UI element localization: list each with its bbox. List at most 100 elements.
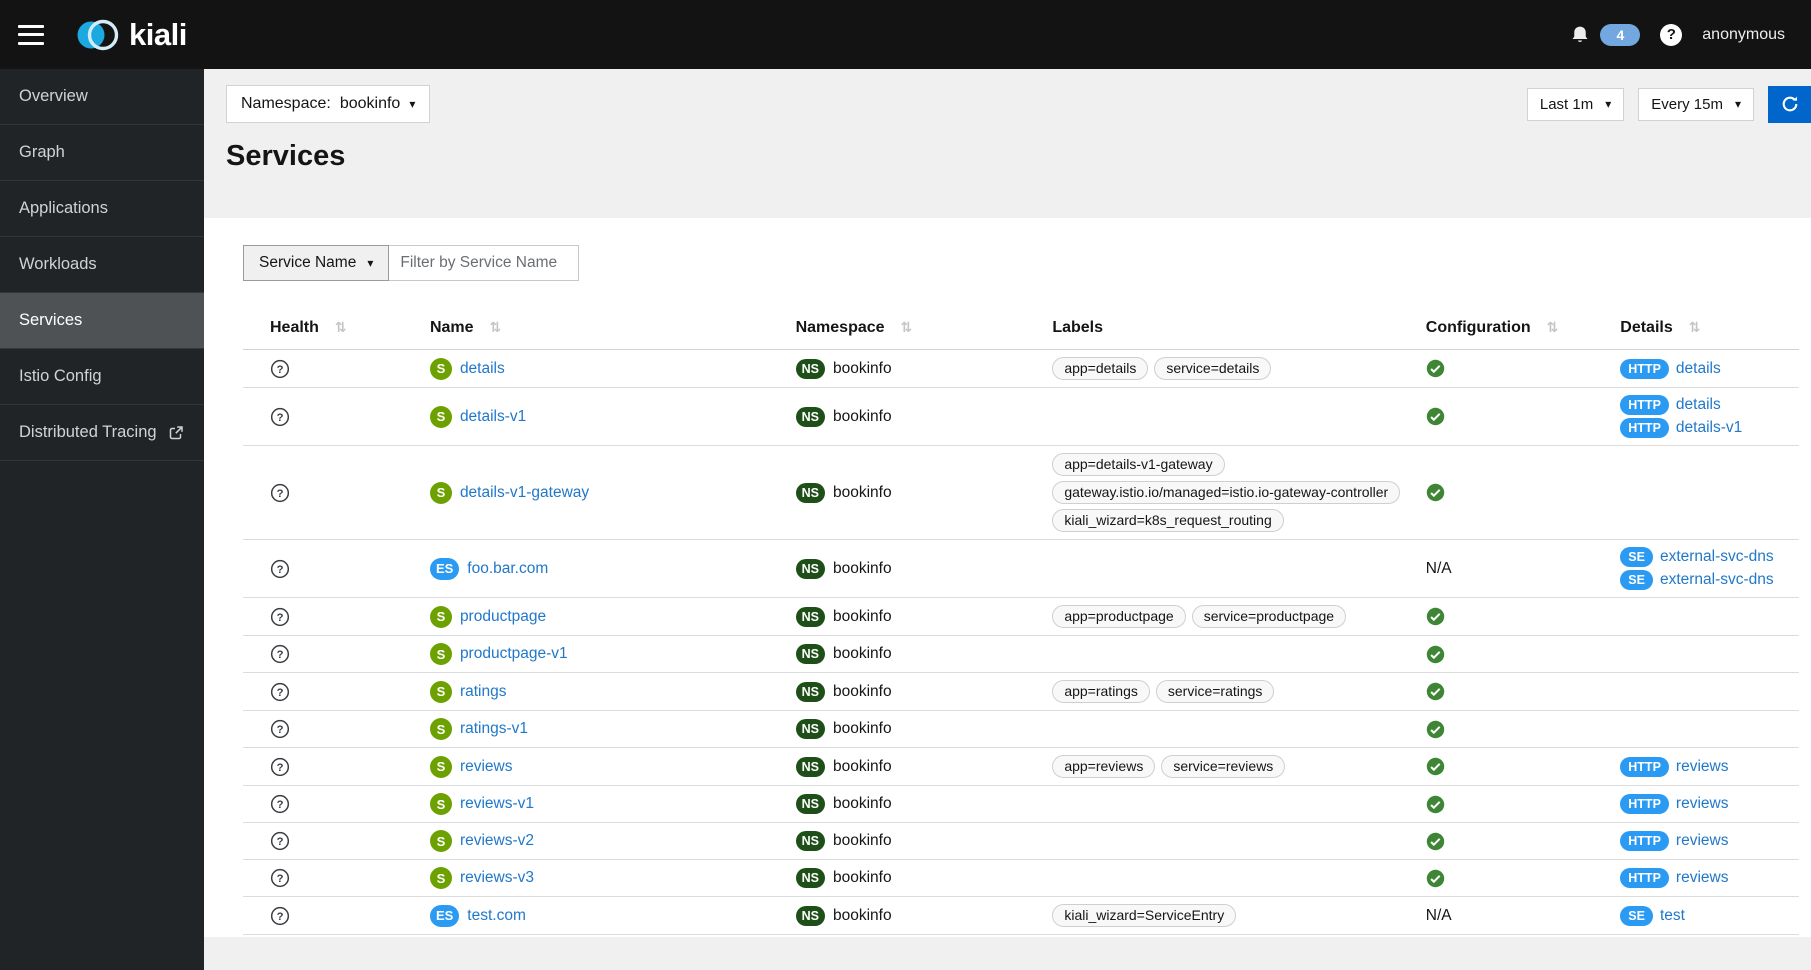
service-type-badge: S	[429, 867, 452, 889]
service-name-link[interactable]: reviews-v2	[460, 832, 534, 850]
labels-cell: kiali_wizard=ServiceEntry	[1044, 896, 1418, 935]
detail-link[interactable]: details-v1	[1676, 419, 1742, 437]
sidebar-item-distributed-tracing[interactable]: Distributed Tracing	[0, 405, 204, 461]
detail-link[interactable]: reviews	[1676, 795, 1729, 813]
duration-select[interactable]: Last 1m ▾	[1526, 87, 1625, 121]
svg-text:?: ?	[277, 649, 284, 661]
sidebar-item-services[interactable]: Services	[0, 293, 204, 349]
namespace-badge: NS	[795, 794, 825, 814]
sort-icon[interactable]: ⇅	[490, 320, 502, 336]
sidebar-item-istio-config[interactable]: Istio Config	[0, 349, 204, 405]
namespace-name: bookinfo	[832, 645, 892, 662]
configuration-cell	[1417, 387, 1613, 446]
column-header-name: Name ⇅	[421, 307, 788, 350]
detail-link[interactable]: test	[1660, 907, 1685, 925]
detail-link[interactable]: details	[1676, 396, 1721, 414]
detail-type-badge: HTTP	[1620, 868, 1669, 888]
namespace-badge: NS	[795, 606, 825, 627]
namespace-name: bookinfo	[832, 559, 892, 577]
namespace-cell: NS bookinfo	[787, 445, 1045, 540]
service-name-link[interactable]: foo.bar.com	[467, 560, 548, 578]
label-pill: app=details	[1052, 357, 1149, 380]
health-unknown-icon: ?	[270, 906, 290, 925]
services-card: Service Name ▾ Health ⇅ Name ⇅	[204, 218, 1811, 937]
service-name-link[interactable]: ratings	[460, 683, 507, 701]
brand-name: kiali	[129, 16, 187, 52]
refresh-button[interactable]	[1768, 85, 1811, 123]
menu-toggle-button[interactable]	[18, 24, 44, 45]
labels-cell: app=details service=details	[1044, 349, 1418, 388]
namespace-name: bookinfo	[832, 359, 892, 377]
svg-text:?: ?	[277, 563, 284, 575]
name-cell: S ratings	[421, 672, 788, 711]
sidebar-item-workloads[interactable]: Workloads	[0, 237, 204, 293]
svg-text:?: ?	[277, 686, 284, 698]
sort-icon[interactable]: ⇅	[901, 320, 913, 336]
time-controls: Last 1m ▾ Every 15m ▾	[1526, 85, 1811, 123]
detail-link[interactable]: reviews	[1676, 869, 1729, 887]
sidebar-item-graph[interactable]: Graph	[0, 125, 204, 181]
service-name-link[interactable]: details-v1-gateway	[460, 484, 589, 502]
refresh-interval-select[interactable]: Every 15m ▾	[1638, 87, 1754, 121]
svg-text:?: ?	[277, 611, 284, 623]
filter-field-select[interactable]: Service Name ▾	[243, 245, 390, 281]
configuration-cell	[1417, 445, 1613, 540]
namespace-badge: NS	[795, 558, 825, 579]
sidebar-item-applications[interactable]: Applications	[0, 181, 204, 237]
configuration-cell	[1417, 822, 1613, 860]
detail-entry: HTTP reviews	[1620, 868, 1728, 888]
service-name-link[interactable]: ratings-v1	[460, 720, 528, 738]
service-name-link[interactable]: details	[460, 360, 505, 378]
namespace-cell: NS bookinfo	[787, 785, 1045, 823]
table-row: ? ES test.com NS bookinfo kiali_wizard=S…	[243, 896, 1799, 935]
notifications-button[interactable]: 4	[1570, 23, 1641, 46]
health-unknown-icon: ?	[270, 607, 290, 626]
sidebar-item-label: Graph	[19, 143, 65, 161]
service-name-link[interactable]: details-v1	[460, 408, 526, 426]
health-cell: ?	[243, 445, 422, 540]
sort-icon[interactable]: ⇅	[1689, 320, 1701, 336]
table-row: ? ES foo.bar.com NS bookinfo N/A SE exter…	[243, 539, 1799, 598]
namespace-select[interactable]: Namespace: bookinfo ▾	[226, 85, 431, 123]
detail-link[interactable]: reviews	[1676, 758, 1729, 776]
details-cell: HTTP reviews	[1612, 785, 1799, 823]
service-type-badge: S	[429, 357, 452, 380]
health-unknown-icon: ?	[270, 559, 290, 578]
external-link-icon	[169, 425, 183, 440]
namespace-badge: NS	[795, 905, 825, 926]
detail-link[interactable]: external-svc-dns	[1660, 548, 1774, 566]
detail-type-badge: HTTP	[1620, 831, 1669, 851]
username[interactable]: anonymous	[1702, 26, 1785, 44]
namespace-badge: NS	[795, 681, 825, 702]
sidebar-item-label: Services	[19, 311, 83, 329]
label-pill: kiali_wizard=ServiceEntry	[1052, 904, 1237, 927]
detail-link[interactable]: external-svc-dns	[1660, 571, 1774, 589]
column-label: Details	[1620, 319, 1673, 336]
sort-icon[interactable]: ⇅	[335, 320, 347, 336]
notification-count-badge[interactable]: 4	[1600, 23, 1641, 46]
configuration-cell	[1417, 672, 1613, 711]
health-unknown-icon: ?	[270, 868, 290, 888]
kiali-logo: kiali	[74, 17, 187, 53]
configuration-na-text: N/A	[1425, 559, 1452, 577]
service-name-link[interactable]: reviews-v3	[460, 869, 534, 887]
detail-link[interactable]: reviews	[1676, 832, 1729, 850]
configuration-cell	[1417, 710, 1613, 748]
sort-icon[interactable]: ⇅	[1547, 320, 1559, 336]
details-list: HTTP details	[1620, 358, 1791, 379]
namespace-name: bookinfo	[832, 720, 892, 737]
detail-link[interactable]: details	[1676, 360, 1721, 378]
service-type-badge: S	[429, 405, 452, 428]
service-name-link[interactable]: productpage	[460, 608, 546, 626]
configuration-valid-icon	[1426, 407, 1605, 426]
service-name-link[interactable]: reviews	[460, 758, 513, 776]
sidebar-item-overview[interactable]: Overview	[0, 69, 204, 125]
help-icon[interactable]: ?	[1660, 23, 1683, 46]
service-name-link[interactable]: reviews-v1	[460, 795, 534, 813]
filter-input[interactable]	[389, 245, 580, 281]
configuration-valid-icon	[1426, 832, 1605, 851]
labels-list: app=details-v1-gateway gateway.istio.io/m…	[1052, 453, 1409, 532]
service-name-link[interactable]: test.com	[467, 907, 526, 925]
detail-entry: SE external-svc-dns	[1620, 547, 1774, 567]
service-name-link[interactable]: productpage-v1	[460, 645, 568, 663]
